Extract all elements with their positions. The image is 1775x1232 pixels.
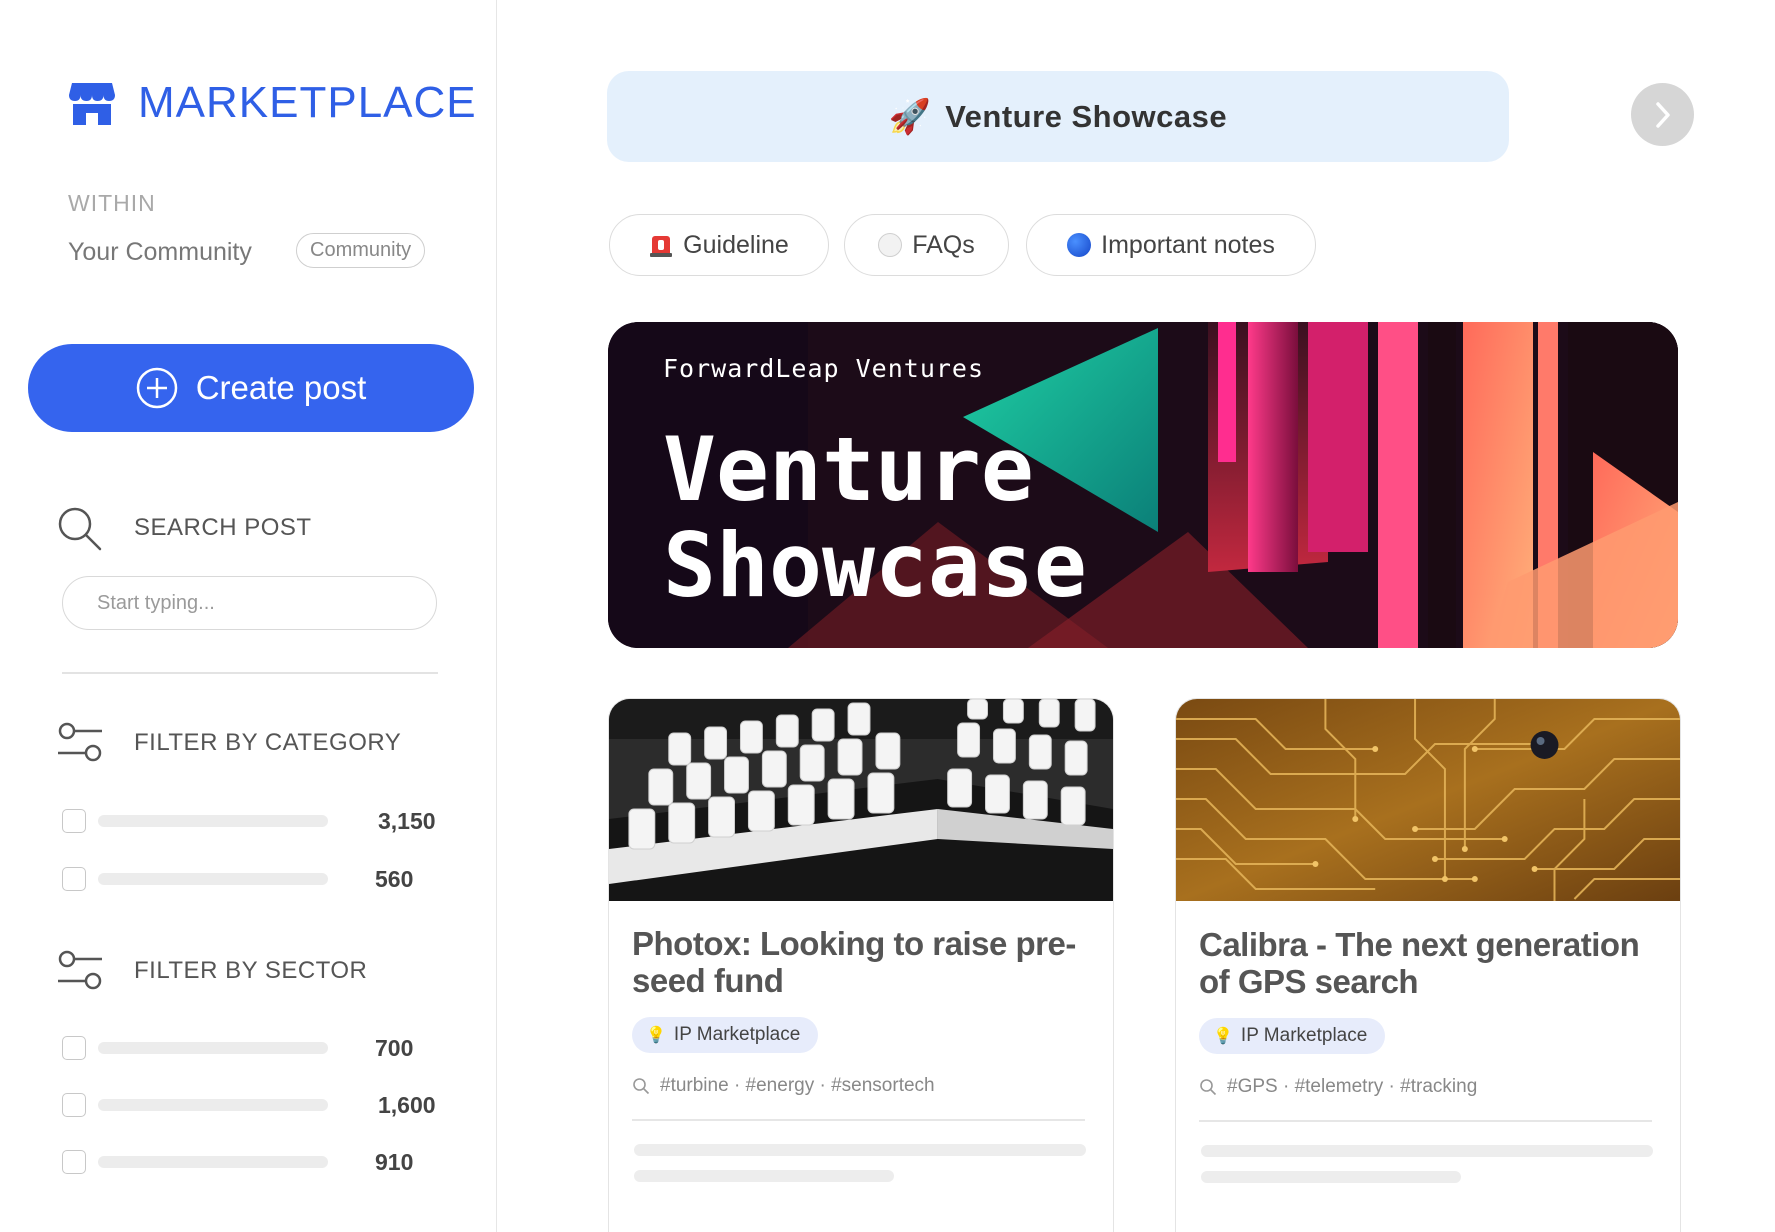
category-filter-option[interactable]: 3,150 <box>62 806 442 836</box>
hashtags[interactable]: #turbine · #energy · #sensortech <box>660 1075 935 1097</box>
category-tag-label: IP Marketplace <box>1240 1025 1368 1046</box>
hashtag-list: #turbine · #energy · #sensortech <box>632 1075 935 1097</box>
lab-vials-image <box>609 699 1113 901</box>
filter-checkbox[interactable] <box>62 1150 86 1174</box>
filter-checkbox[interactable] <box>62 867 86 891</box>
filter-count: 1,600 <box>378 1091 436 1118</box>
filter-label-placeholder <box>98 1099 328 1111</box>
search-heading: SEARCH POST <box>134 514 312 541</box>
category-tag[interactable]: 💡 IP Marketplace <box>1199 1018 1386 1054</box>
banner-title: Venture Showcase <box>663 422 1087 614</box>
plus-circle-icon <box>136 367 177 409</box>
text-placeholder <box>1201 1145 1653 1157</box>
tab-label: FAQs <box>912 230 975 259</box>
within-label: WITHIN <box>68 190 156 216</box>
next-button[interactable] <box>1631 83 1694 146</box>
sidebar: MARKETPLACE WITHIN Your Community Commun… <box>0 0 497 1232</box>
sector-filter-header: FILTER BY SECTOR <box>56 948 367 994</box>
filter-checkbox[interactable] <box>62 809 86 833</box>
search-icon <box>58 507 102 551</box>
circuit-board-image <box>1176 699 1680 901</box>
tab-guideline[interactable]: Guideline <box>609 214 829 276</box>
filter-sliders-icon <box>58 722 102 762</box>
page-header: 🚀 Venture Showcase <box>607 71 1509 162</box>
search-section-header: SEARCH POST <box>56 505 312 551</box>
hashtag-list: #GPS · #telemetry · #tracking <box>1199 1076 1477 1098</box>
category-tag[interactable]: 💡 IP Marketplace <box>632 1017 819 1053</box>
filter-label-placeholder <box>98 1042 328 1054</box>
filter-checkbox[interactable] <box>62 1036 86 1060</box>
filter-sliders-icon <box>58 950 102 990</box>
category-filter-header: FILTER BY CATEGORY <box>56 720 401 766</box>
banner-title-line: Showcase <box>663 514 1087 617</box>
tab-important-notes[interactable]: Important notes <box>1026 214 1316 276</box>
page-title: Venture Showcase <box>945 98 1228 134</box>
filter-checkbox[interactable] <box>62 1093 86 1117</box>
filter-label-placeholder <box>98 873 328 885</box>
search-input[interactable] <box>62 576 437 630</box>
filter-label-placeholder <box>98 1156 328 1168</box>
filter-count: 700 <box>375 1034 414 1061</box>
category-filter-option[interactable]: 560 <box>62 864 442 894</box>
tab-faqs[interactable]: FAQs <box>844 214 1009 276</box>
blue-circle-icon <box>1067 233 1092 257</box>
storefront-icon <box>69 82 115 125</box>
category-filter-heading: FILTER BY CATEGORY <box>134 729 402 756</box>
text-placeholder <box>634 1144 1086 1156</box>
rocket-icon: 🚀 <box>888 97 932 136</box>
card-divider <box>1199 1120 1652 1122</box>
lightbulb-icon: 💡 <box>646 1027 666 1044</box>
tab-label: Important notes <box>1101 230 1275 259</box>
search-icon <box>1200 1079 1217 1096</box>
chevron-right-icon <box>1655 101 1670 128</box>
white-circle-icon <box>878 233 903 257</box>
sidebar-divider <box>62 672 438 674</box>
community-badge: Community <box>296 233 426 268</box>
post-card[interactable]: Photox: Looking to raise pre-seed fund 💡… <box>608 698 1114 1232</box>
siren-icon <box>650 236 673 257</box>
hashtags[interactable]: #GPS · #telemetry · #tracking <box>1227 1076 1477 1098</box>
post-card[interactable]: Calibra - The next generation of GPS sea… <box>1175 698 1681 1232</box>
filter-label-placeholder <box>98 815 328 827</box>
card-divider <box>632 1119 1085 1121</box>
category-tag-label: IP Marketplace <box>673 1024 801 1045</box>
sector-filter-option[interactable]: 700 <box>62 1033 442 1063</box>
post-title[interactable]: Photox: Looking to raise pre-seed fund <box>632 925 1092 999</box>
filter-count: 560 <box>375 865 414 892</box>
banner-title-line: Venture <box>663 418 1034 521</box>
filter-count: 910 <box>375 1148 414 1175</box>
lightbulb-icon: 💡 <box>1213 1028 1233 1045</box>
banner-brand: ForwardLeap Ventures <box>663 354 985 383</box>
post-title[interactable]: Calibra - The next generation of GPS sea… <box>1199 926 1659 1000</box>
filter-count: 3,150 <box>378 807 436 834</box>
text-placeholder <box>634 1170 894 1182</box>
text-placeholder <box>1201 1171 1461 1183</box>
sector-filter-heading: FILTER BY SECTOR <box>134 957 368 984</box>
community-name[interactable]: Your Community <box>68 238 252 267</box>
sector-filter-option[interactable]: 910 <box>62 1147 442 1177</box>
tab-label: Guideline <box>683 230 789 259</box>
search-icon <box>633 1078 650 1095</box>
brand[interactable]: MARKETPLACE <box>68 78 477 128</box>
sector-filter-option[interactable]: 1,600 <box>62 1090 442 1120</box>
create-post-label: Create post <box>195 369 367 406</box>
create-post-button[interactable]: Create post <box>28 344 474 432</box>
showcase-banner[interactable]: ForwardLeap Ventures Venture Showcase <box>608 322 1678 648</box>
brand-title: MARKETPLACE <box>138 78 477 127</box>
